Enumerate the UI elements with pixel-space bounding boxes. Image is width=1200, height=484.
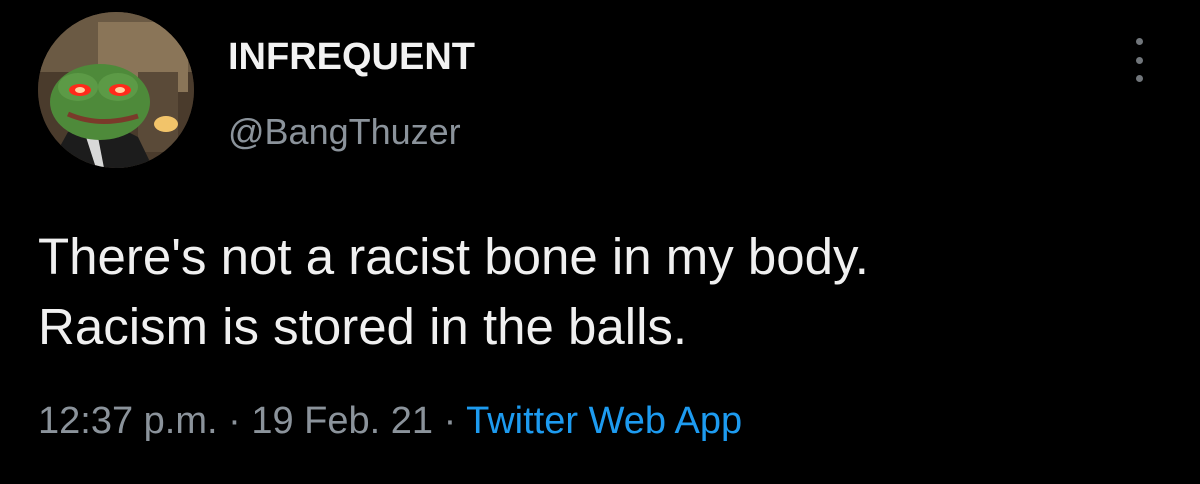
meta-separator: · bbox=[433, 400, 467, 442]
frog-avatar-icon bbox=[38, 12, 194, 168]
tweet-source-link[interactable]: Twitter Web App bbox=[466, 400, 742, 442]
author-display-name[interactable]: INFREQUENT bbox=[228, 36, 475, 79]
meta-separator: · bbox=[217, 400, 252, 442]
tweet-date[interactable]: 19 Feb. 21 bbox=[251, 400, 433, 442]
more-vertical-icon-dot bbox=[1135, 75, 1143, 82]
author-handle[interactable]: @BangThuzer bbox=[228, 111, 461, 153]
more-vertical-icon bbox=[1135, 38, 1143, 45]
avatar[interactable] bbox=[38, 12, 194, 168]
tweet-text-line: There's not a racist bone in my body. bbox=[38, 228, 869, 285]
tweet-time[interactable]: 12:37 p.m. bbox=[38, 400, 218, 442]
more-vertical-icon-dot bbox=[1135, 56, 1143, 64]
tweet-text-line: Racism is stored in the balls. bbox=[38, 298, 688, 355]
more-options-button[interactable] bbox=[1124, 38, 1154, 82]
tweet-metadata: 12:37 p.m. · 19 Feb. 21 · Twitter Web Ap… bbox=[38, 400, 742, 443]
tweet-text: There's not a racist bone in my body. Ra… bbox=[38, 222, 1158, 362]
